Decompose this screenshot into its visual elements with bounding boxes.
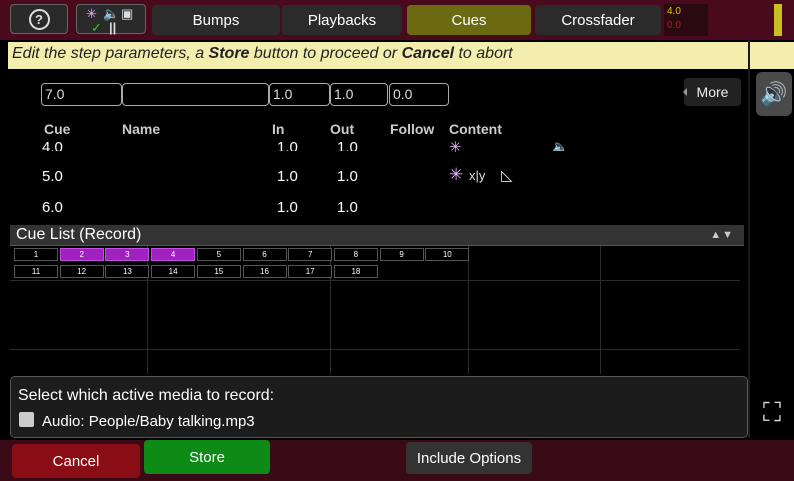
prompt-text-3: to abort: [454, 45, 513, 62]
cue-number: 5.0: [42, 168, 63, 185]
zoom-icon[interactable]: ⛶: [754, 395, 790, 431]
cue-in: 1.0: [277, 139, 298, 151]
cue-chip-11[interactable]: 11: [14, 265, 58, 278]
column-header-name: Name: [122, 121, 161, 137]
media-status-button[interactable]: ✳ 🔈 ▣ ✓ ||: [76, 4, 146, 34]
light-burst-icon: ✳: [449, 139, 462, 152]
cue-chip-4[interactable]: 4: [151, 248, 196, 261]
cue-name-field[interactable]: [122, 83, 269, 106]
panel-divider: [748, 40, 750, 438]
cue-chip-6[interactable]: 6: [242, 248, 287, 261]
cue-chip-17[interactable]: 17: [288, 265, 333, 278]
grid-divider: [468, 246, 469, 374]
grid-divider: [10, 280, 740, 281]
column-header-in: In: [272, 121, 285, 137]
cue-number: 6.0: [42, 199, 63, 216]
follow-field[interactable]: 0.0: [389, 83, 449, 106]
cue-chip-14[interactable]: 14: [151, 265, 196, 278]
cue-chip-18[interactable]: 18: [333, 265, 378, 278]
prompt-text-2: button to proceed or: [249, 45, 402, 62]
pause-icon: ||: [109, 20, 117, 35]
prompt-cancel-word: Cancel: [401, 45, 455, 62]
sort-arrows-icon[interactable]: ▲▼: [710, 229, 734, 241]
speaker-icon: 🔊: [760, 81, 788, 106]
cue-chip-13[interactable]: 13: [105, 265, 150, 278]
store-button[interactable]: Store: [144, 440, 270, 474]
cue-chip-1[interactable]: 1: [14, 248, 58, 261]
cancel-button[interactable]: Cancel: [12, 444, 140, 478]
grid-divider: [10, 349, 740, 350]
cue-chip-15[interactable]: 15: [196, 265, 241, 278]
help-icon: ?: [28, 8, 50, 30]
media-checkbox[interactable]: [19, 412, 34, 427]
column-header-follow: Follow: [390, 121, 435, 137]
light-burst-icon: ✳: [449, 165, 464, 184]
top-bar: ? ✳ 🔈 ▣ ✓ || Bumps Playbacks Cues Crossf…: [0, 0, 794, 40]
level-value-top: 4.0: [667, 6, 681, 17]
prompt-text-1: Edit the step parameters, a: [12, 45, 209, 62]
grid-divider: [600, 246, 601, 374]
more-button[interactable]: More: [683, 78, 741, 106]
cue-out: 1.0: [337, 199, 358, 216]
cue-chip-7[interactable]: 7: [288, 248, 333, 261]
xy-position-icon: x|y: [469, 168, 486, 183]
beam-shape-icon: ◺: [501, 167, 513, 184]
fade-in-field[interactable]: 1.0: [269, 83, 330, 106]
cue-out: 1.0: [337, 139, 358, 151]
tab-playbacks[interactable]: Playbacks: [282, 5, 402, 35]
cue-number-field[interactable]: 7.0: [41, 83, 122, 106]
prompt-store-word: Store: [208, 45, 250, 62]
cue-chip-5[interactable]: 5: [196, 248, 241, 261]
cue-chip-3[interactable]: 3: [105, 248, 150, 261]
light-burst-icon: ✳: [86, 6, 97, 21]
bottom-bar: Cancel Store Include Options: [0, 440, 794, 481]
cue-chip-8[interactable]: 8: [333, 248, 378, 261]
tab-crossfader[interactable]: Crossfader: [535, 5, 661, 35]
cue-out: 1.0: [337, 168, 358, 185]
column-header-cue: Cue: [44, 121, 71, 137]
fade-out-field[interactable]: 1.0: [330, 83, 388, 106]
speaker-button[interactable]: 🔊: [756, 72, 792, 116]
help-button[interactable]: ?: [10, 4, 68, 34]
cue-number: 4.0: [42, 139, 63, 151]
speaker-icon: 🔈: [103, 6, 120, 21]
level-meter: 4.0 0.0: [664, 4, 708, 36]
column-header-out: Out: [330, 121, 355, 137]
media-select-panel: Select which active media to record: Aud…: [10, 376, 748, 438]
cue-list-header: Cue List (Record) ▲▼: [10, 225, 744, 246]
cue-chip-16[interactable]: 16: [242, 265, 287, 278]
media-item-label: Audio: People/Baby talking.mp3: [42, 413, 255, 430]
column-header-content: Content: [449, 121, 502, 137]
cue-in: 1.0: [277, 168, 298, 185]
speaker-icon: 🔈: [552, 139, 569, 151]
tab-cues[interactable]: Cues: [407, 5, 531, 35]
tab-bumps[interactable]: Bumps: [152, 5, 280, 35]
cue-chip-12[interactable]: 12: [59, 265, 104, 278]
media-select-title: Select which active media to record:: [18, 387, 275, 404]
instruction-prompt: Edit the step parameters, a Store button…: [8, 42, 794, 69]
cue-chip-9[interactable]: 9: [379, 248, 424, 261]
cue-chip-10[interactable]: 10: [425, 248, 470, 261]
level-value-bottom: 0.0: [667, 20, 681, 31]
level-bar: [774, 4, 782, 36]
cue-in: 1.0: [277, 199, 298, 216]
include-options-button[interactable]: Include Options: [406, 442, 532, 474]
cue-list-title: Cue List (Record): [16, 226, 142, 243]
check-icon: ✓: [91, 20, 102, 35]
cue-chip-2[interactable]: 2: [59, 248, 104, 261]
picture-icon: ▣: [121, 6, 134, 21]
